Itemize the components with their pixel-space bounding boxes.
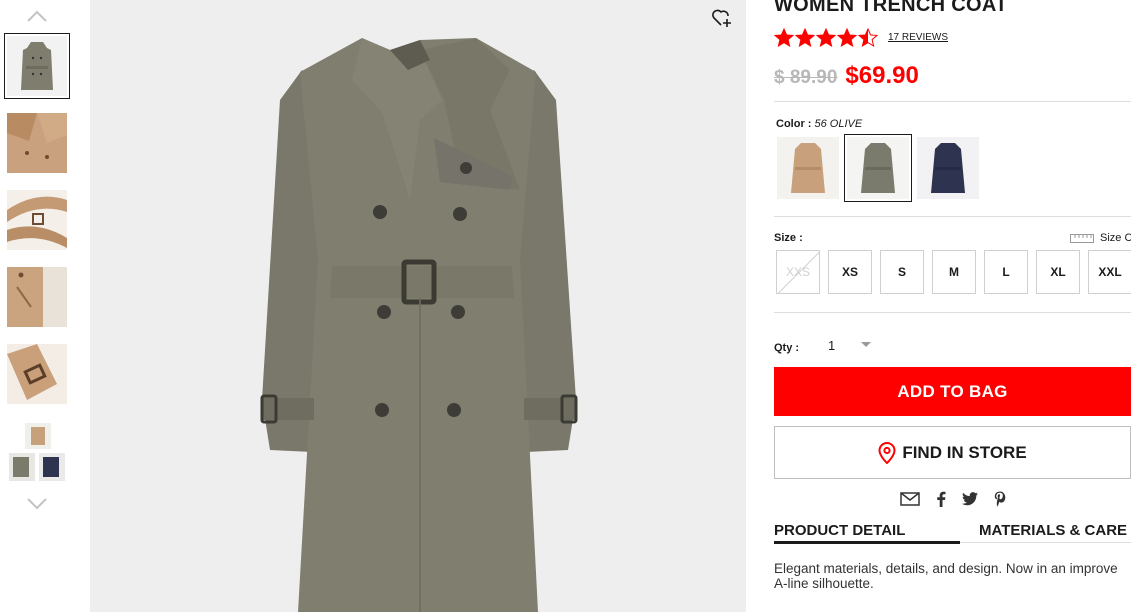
qty-select[interactable]: 1 [822,334,872,356]
thumbnail-cuff-detail[interactable] [4,341,70,407]
product-info-panel: WOMEN TRENCH COAT 17 REVIEWS $ 89.90 $69… [774,0,1131,612]
tab-product-detail[interactable]: PRODUCT DETAIL [774,522,905,539]
divider [774,101,1131,102]
rating-stars [774,28,878,47]
product-rating: 17 REVIEWS [774,28,948,47]
size-chart-link[interactable]: Size C [1070,232,1131,244]
original-price: $ 89.90 [774,67,838,88]
unavailable-slash [777,251,819,293]
star-full-icon [774,28,794,47]
thumbnail-color-variants[interactable] [4,418,70,484]
size-option-xxs[interactable]: XXS [776,250,820,294]
size-option-l[interactable]: L [984,250,1028,294]
thumbnails-down-arrow-icon[interactable] [25,497,49,511]
sale-price: $69.90 [845,62,919,89]
wishlist-heart-icon[interactable] [710,6,734,30]
tab-materials-care[interactable]: MATERIALS & CARE [979,522,1127,539]
main-product-image [90,0,746,612]
size-option-xxl[interactable]: XXL [1088,250,1131,294]
pinterest-icon[interactable] [994,491,1006,507]
divider [774,312,1131,313]
color-label: Color : 56 OLIVE [776,118,863,130]
chevron-down-icon [861,342,871,347]
color-swatch-navy[interactable] [914,134,982,202]
qty-value: 1 [828,337,836,353]
price-block: $ 89.90 $69.90 [774,62,919,90]
thumbnail-beige-collar-detail[interactable] [4,110,70,176]
reviews-link[interactable]: 17 REVIEWS [888,32,948,43]
location-pin-icon [878,441,896,464]
find-in-store-button[interactable]: FIND IN STORE [774,426,1131,479]
facebook-icon[interactable] [936,491,946,507]
share-bar [900,491,1006,507]
size-option-s[interactable]: S [880,250,924,294]
selected-color-value: 56 OLIVE [814,118,863,130]
tab-underline [960,542,1131,543]
ruler-icon [1070,233,1094,243]
product-title: WOMEN TRENCH COAT [774,0,1008,16]
qty-label: Qty : [774,342,800,354]
color-swatch-beige[interactable] [774,134,842,202]
tab-active-indicator [774,541,960,544]
twitter-icon[interactable] [962,492,978,506]
divider [774,216,1131,217]
thumbnail-olive-coat-front[interactable] [4,33,70,99]
size-option-xs[interactable]: XS [828,250,872,294]
thumbnails-up-arrow-icon[interactable] [25,9,49,23]
add-to-bag-button[interactable]: ADD TO BAG [774,367,1131,416]
thumbnail-pocket-detail[interactable] [4,264,70,330]
star-full-icon [837,28,857,47]
size-option-m[interactable]: M [932,250,976,294]
thumbnail-belt-detail[interactable] [4,187,70,253]
size-label: Size : [774,232,803,244]
star-half-icon [858,28,878,47]
email-icon[interactable] [900,492,920,506]
product-description: Elegant materials, details, and design. … [774,561,1118,591]
star-full-icon [795,28,815,47]
star-full-icon [816,28,836,47]
size-option-xl[interactable]: XL [1036,250,1080,294]
color-swatch-olive[interactable] [844,134,912,202]
thumbnail-rail [0,0,80,612]
